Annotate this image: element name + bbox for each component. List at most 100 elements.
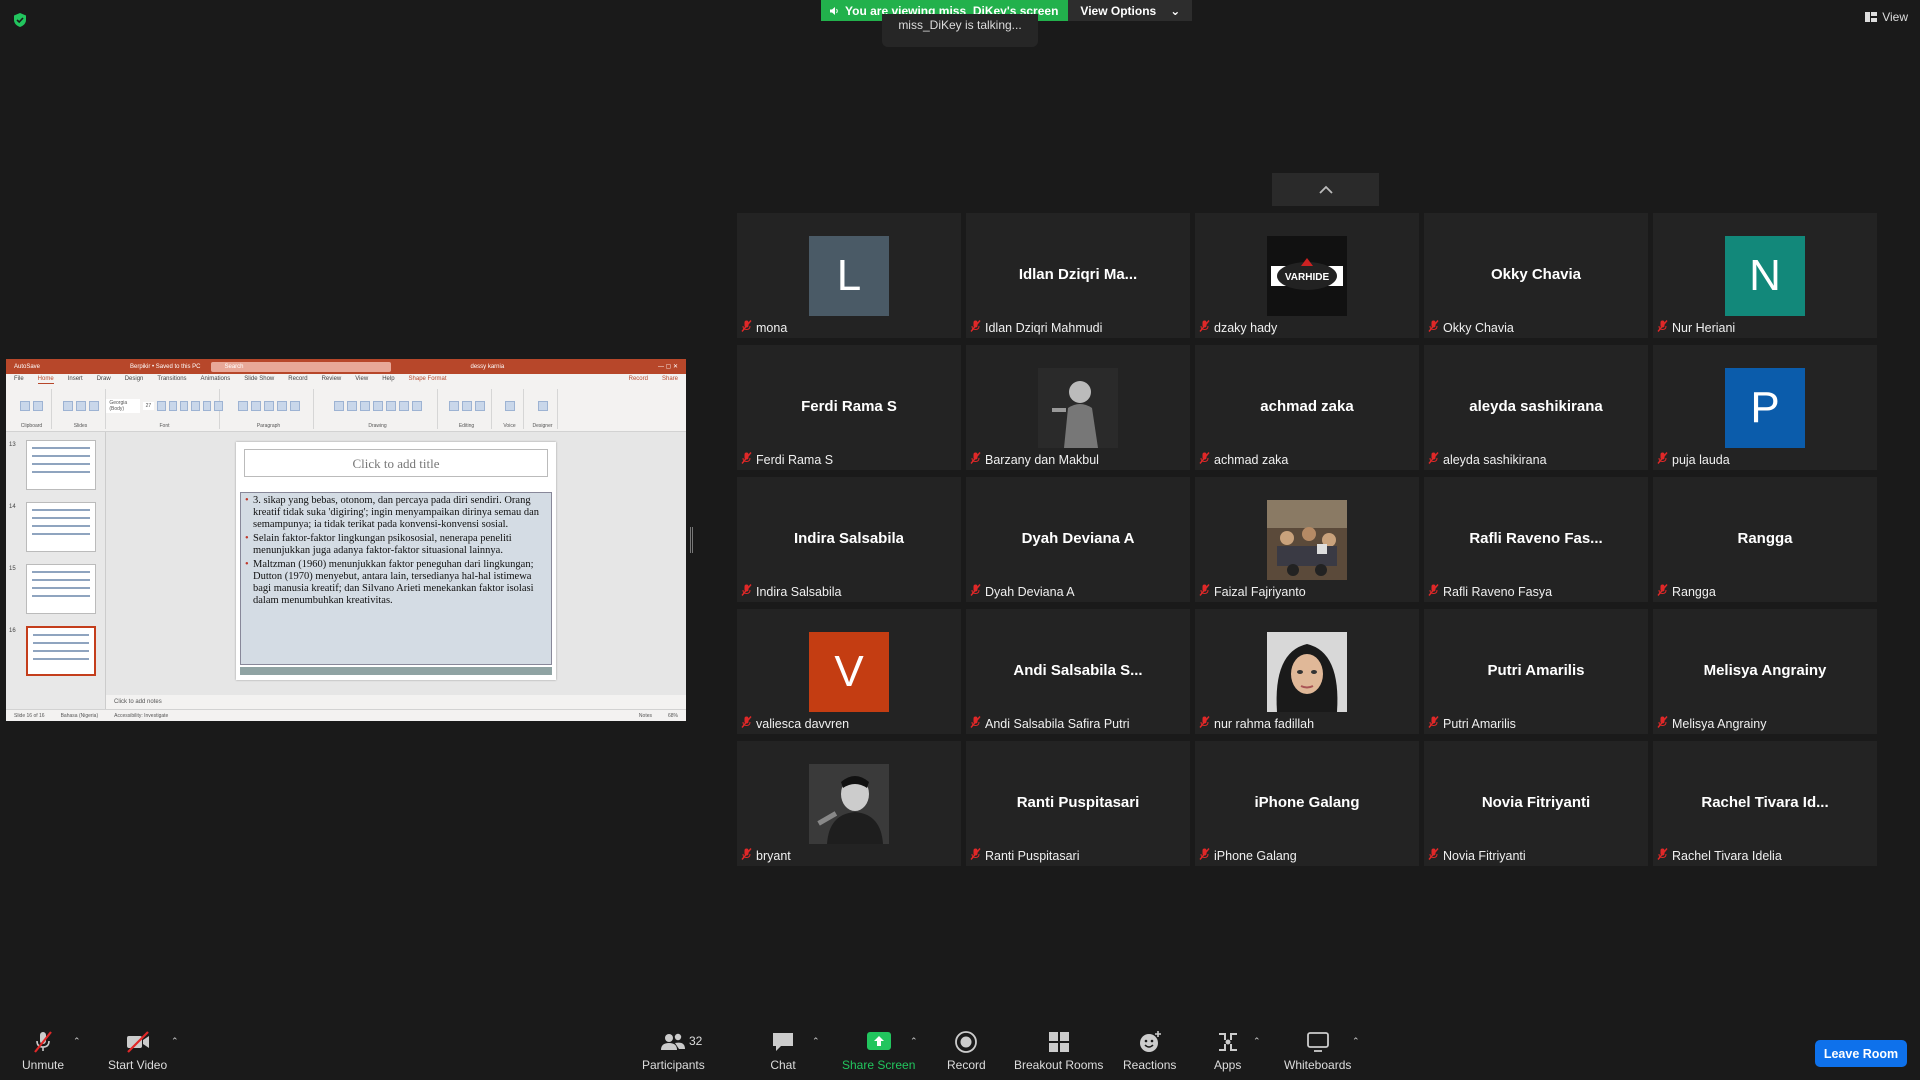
ppt-tab[interactable]: Shape Format bbox=[409, 376, 447, 384]
notes-toggle[interactable]: Notes bbox=[639, 713, 652, 719]
ribbon-button-icon[interactable] bbox=[461, 401, 472, 411]
ribbon-button-icon[interactable] bbox=[448, 401, 459, 411]
ppt-tab[interactable]: Help bbox=[382, 376, 394, 384]
ribbon-button-icon[interactable] bbox=[398, 401, 409, 411]
participant-tile[interactable]: Ranti Puspitasari Ranti Puspitasari bbox=[966, 741, 1190, 866]
ppt-tab[interactable]: Design bbox=[125, 376, 144, 384]
ribbon-button-icon[interactable] bbox=[62, 401, 73, 411]
ribbon-button-icon[interactable] bbox=[263, 401, 274, 411]
apps-button[interactable]: Apps bbox=[1214, 1030, 1241, 1072]
ribbon-button-icon[interactable] bbox=[276, 401, 287, 411]
participant-tile[interactable]: Ppuja lauda bbox=[1653, 345, 1877, 470]
participant-tile[interactable]: VARHIDE dzaky hady bbox=[1195, 213, 1419, 338]
start-video-button[interactable]: Start Video bbox=[108, 1030, 167, 1072]
participant-tile[interactable]: Vvaliesca davvren bbox=[737, 609, 961, 734]
ppt-tab[interactable]: Home bbox=[37, 376, 54, 384]
participant-tile[interactable]: Okky Chavia Okky Chavia bbox=[1424, 213, 1648, 338]
ribbon-button-icon[interactable] bbox=[346, 401, 357, 411]
breakout-rooms-button[interactable]: Breakout Rooms bbox=[1014, 1030, 1103, 1072]
ppt-tab[interactable]: Draw bbox=[97, 376, 111, 384]
slide-thumbnail[interactable] bbox=[26, 564, 96, 614]
ppt-tab[interactable]: Record bbox=[288, 376, 307, 384]
ribbon-button-icon[interactable] bbox=[504, 401, 515, 411]
ribbon-button-icon[interactable] bbox=[372, 401, 383, 411]
audio-options-caret[interactable]: ⌃ bbox=[73, 1036, 81, 1047]
slide-title-placeholder[interactable]: Click to add title bbox=[244, 449, 548, 477]
ppt-tab[interactable]: File bbox=[14, 376, 24, 384]
ribbon-button-icon[interactable] bbox=[20, 401, 30, 411]
ribbon-button-icon[interactable] bbox=[75, 401, 86, 411]
participant-tile[interactable]: Rachel Tivara Id... Rachel Tivara Idelia bbox=[1653, 741, 1877, 866]
ribbon-button-icon[interactable] bbox=[168, 401, 177, 411]
slide-thumbnail[interactable] bbox=[26, 502, 96, 552]
whiteboards-options-caret[interactable]: ⌃ bbox=[1352, 1036, 1360, 1047]
ribbon-button-icon[interactable] bbox=[474, 401, 485, 411]
ribbon-button-icon[interactable] bbox=[359, 401, 370, 411]
participant-tile[interactable]: Rangga Rangga bbox=[1653, 477, 1877, 602]
ribbon-button-icon[interactable] bbox=[333, 401, 344, 411]
ppt-tab[interactable]: Slide Show bbox=[244, 376, 274, 384]
window-controls[interactable]: — ▢ ✕ bbox=[658, 363, 678, 370]
chat-button[interactable]: Chat bbox=[770, 1030, 796, 1072]
video-options-caret[interactable]: ⌃ bbox=[171, 1036, 179, 1047]
ppt-search-box[interactable]: Search bbox=[210, 361, 391, 372]
ribbon-button-icon[interactable] bbox=[385, 401, 396, 411]
shared-screen[interactable]: AutoSave Berpikir • Saved to this PC Sea… bbox=[6, 359, 686, 721]
reactions-button[interactable]: Reactions bbox=[1123, 1030, 1176, 1072]
ribbon-button-icon[interactable] bbox=[191, 401, 200, 411]
slide-bullet[interactable]: Selain faktor-faktor lingkungan psikosos… bbox=[245, 533, 545, 557]
unmute-button[interactable]: Unmute bbox=[22, 1030, 64, 1072]
slide-bullet[interactable]: Maltzman (1960) menunjukkan faktor peneg… bbox=[245, 559, 545, 607]
ppt-tab[interactable]: Review bbox=[322, 376, 342, 384]
ppt-tab[interactable]: Insert bbox=[68, 376, 83, 384]
participant-tile[interactable]: bryant bbox=[737, 741, 961, 866]
ppt-share-button[interactable]: Share bbox=[662, 376, 678, 384]
ppt-tab[interactable]: Transitions bbox=[157, 376, 186, 384]
autosave-label[interactable]: AutoSave bbox=[14, 364, 40, 370]
participant-tile[interactable]: iPhone Galang iPhone Galang bbox=[1195, 741, 1419, 866]
zoom-level[interactable]: 68% bbox=[668, 713, 678, 719]
participant-tile[interactable]: Indira Salsabila Indira Salsabila bbox=[737, 477, 961, 602]
leave-room-button[interactable]: Leave Room bbox=[1815, 1040, 1907, 1067]
ribbon-button-icon[interactable] bbox=[33, 401, 43, 411]
participant-tile[interactable]: Andi Salsabila S... Andi Salsabila Safira… bbox=[966, 609, 1190, 734]
notes-pane[interactable]: Click to add notes bbox=[106, 695, 686, 709]
participant-tile[interactable]: Lmona bbox=[737, 213, 961, 338]
share-screen-button[interactable]: Share Screen bbox=[842, 1030, 915, 1072]
ribbon-button-icon[interactable] bbox=[237, 401, 248, 411]
ribbon-button-icon[interactable] bbox=[157, 401, 166, 411]
view-menu-button[interactable]: View bbox=[1865, 10, 1908, 24]
ribbon-button-icon[interactable] bbox=[179, 401, 189, 411]
view-options-button[interactable]: View Options ⌄ bbox=[1068, 0, 1193, 21]
split-view-handle[interactable] bbox=[690, 527, 693, 553]
participant-tile[interactable]: Novia Fitriyanti Novia Fitriyanti bbox=[1424, 741, 1648, 866]
font-name-box[interactable]: Georgia (Body) bbox=[106, 399, 140, 413]
ppt-tab[interactable]: View bbox=[355, 376, 368, 384]
font-size-box[interactable]: 27 bbox=[142, 402, 155, 410]
ribbon-button-icon[interactable] bbox=[537, 401, 548, 411]
record-button[interactable]: Record bbox=[947, 1030, 986, 1072]
participant-tile[interactable]: Faizal Fajriyanto bbox=[1195, 477, 1419, 602]
participant-tile[interactable]: N Nur Heriani bbox=[1653, 213, 1877, 338]
whiteboards-button[interactable]: Whiteboards bbox=[1284, 1030, 1351, 1072]
ribbon-button-icon[interactable] bbox=[202, 401, 212, 411]
share-options-caret[interactable]: ⌃ bbox=[910, 1036, 918, 1047]
grid-page-up-button[interactable] bbox=[1272, 173, 1379, 206]
participant-tile[interactable]: nur rahma fadillah bbox=[1195, 609, 1419, 734]
participant-tile[interactable]: aleyda sashikirana aleyda sashikirana bbox=[1424, 345, 1648, 470]
slide-thumbnail[interactable] bbox=[26, 440, 96, 490]
participant-tile[interactable]: achmad zaka achmad zaka bbox=[1195, 345, 1419, 470]
ppt-tab[interactable]: Animations bbox=[201, 376, 231, 384]
participant-tile[interactable]: Rafli Raveno Fas... Rafli Raveno Fasya bbox=[1424, 477, 1648, 602]
chat-options-caret[interactable]: ⌃ bbox=[812, 1036, 820, 1047]
ppt-record-button[interactable]: Record bbox=[629, 376, 648, 384]
ribbon-button-icon[interactable] bbox=[250, 401, 261, 411]
participant-tile[interactable]: Dyah Deviana A Dyah Deviana A bbox=[966, 477, 1190, 602]
slide-content-box[interactable]: 3. sikap yang bebas, otonom, dan percaya… bbox=[240, 492, 552, 665]
participant-tile[interactable]: Idlan Dziqri Ma... Idlan Dziqri Mahmudi bbox=[966, 213, 1190, 338]
accessibility-status[interactable]: Accessibility: Investigate bbox=[114, 713, 168, 719]
participant-tile[interactable]: Barzany dan Makbul bbox=[966, 345, 1190, 470]
participant-tile[interactable]: Melisya Angrainy Melisya Angrainy bbox=[1653, 609, 1877, 734]
security-shield-icon[interactable] bbox=[12, 12, 28, 28]
ribbon-button-icon[interactable] bbox=[88, 401, 99, 411]
